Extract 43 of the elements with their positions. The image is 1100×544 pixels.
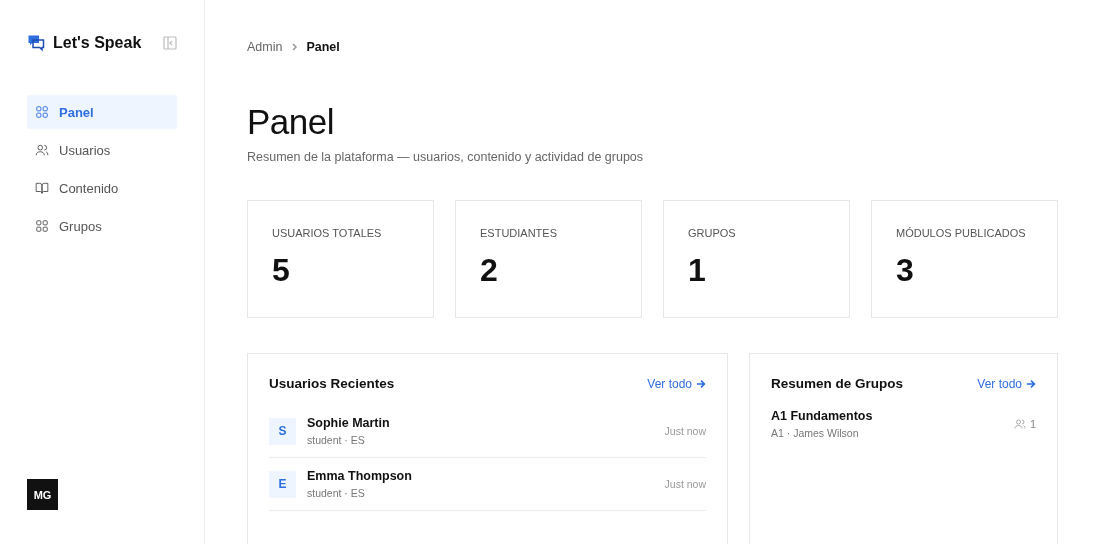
group-name: A1 Fundamentos bbox=[771, 409, 874, 423]
sidebar-item[interactable]: Grupos bbox=[27, 209, 177, 243]
user-name: Sophie Martin bbox=[307, 416, 391, 430]
sidebar-item[interactable]: Panel bbox=[27, 95, 177, 129]
user-avatar[interactable]: MG bbox=[27, 479, 58, 510]
breadcrumb-item[interactable]: Admin bbox=[247, 40, 283, 54]
breadcrumb-item: Panel bbox=[306, 40, 340, 54]
user-meta: student · ES bbox=[307, 434, 366, 446]
user-time: Just now bbox=[664, 425, 706, 437]
page-title: Panel bbox=[247, 102, 336, 142]
card-title: Usuarios Recientes bbox=[269, 376, 395, 391]
arrow-right-icon bbox=[696, 378, 706, 389]
user-name: Emma Thompson bbox=[307, 469, 413, 483]
view-all-link[interactable]: Ver todo bbox=[647, 376, 706, 391]
user-initial-avatar: S bbox=[269, 417, 296, 445]
stat-value: 2 bbox=[480, 252, 499, 289]
dashboard-icon bbox=[35, 105, 49, 119]
stat-value: 5 bbox=[272, 252, 291, 289]
sidebar-item[interactable]: Contenido bbox=[27, 171, 177, 205]
stat-label: USUARIOS TOTALES bbox=[272, 227, 383, 239]
group-meta: A1 · James Wilson bbox=[771, 427, 860, 439]
stat-label: MÓDULOS PUBLICADOS bbox=[896, 227, 1027, 239]
stat-value: 1 bbox=[688, 252, 707, 289]
sidebar-item[interactable]: Usuarios bbox=[27, 133, 177, 167]
user-meta: student · ES bbox=[307, 487, 366, 499]
stat-label: GRUPOS bbox=[688, 227, 737, 239]
view-all-link[interactable]: Ver todo bbox=[977, 376, 1036, 391]
stat-label: ESTUDIANTES bbox=[480, 227, 558, 239]
grid-icon bbox=[35, 219, 49, 233]
arrow-right-icon bbox=[1026, 378, 1036, 389]
chat-bubbles-icon bbox=[27, 34, 45, 52]
users-icon bbox=[35, 143, 49, 157]
user-initial-avatar: E bbox=[269, 470, 296, 498]
sidebar-toggle-icon[interactable] bbox=[163, 36, 177, 50]
page-subtitle: Resumen de la plataforma — usuarios, contenido y actividad de grupos bbox=[247, 150, 645, 164]
user-time: Just now bbox=[664, 478, 706, 490]
member-count: 1 bbox=[1029, 418, 1036, 430]
stat-value: 3 bbox=[896, 252, 915, 289]
chevron-right-icon bbox=[290, 43, 299, 51]
brand-name: Let's Speak bbox=[53, 34, 143, 52]
book-icon bbox=[35, 181, 49, 195]
card-title: Resumen de Grupos bbox=[771, 376, 904, 391]
users-icon bbox=[1013, 418, 1026, 430]
